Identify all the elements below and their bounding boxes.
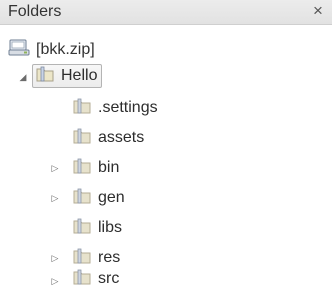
tree-node-label: gen (98, 189, 125, 206)
folder-icon (72, 157, 92, 180)
folder-icon (72, 127, 92, 150)
folder-icon (35, 65, 55, 88)
expand-arrow-icon[interactable]: ▷ (50, 163, 60, 173)
tree-node-hello[interactable]: Hello (32, 64, 103, 88)
folder-icon (72, 187, 92, 210)
tree-root-label: [bkk.zip] (36, 41, 95, 58)
tree-root-archive[interactable]: [bkk.zip] (8, 38, 95, 62)
tree-node-bin[interactable]: bin (72, 156, 119, 180)
folder-icon (72, 247, 92, 270)
folder-icon (72, 268, 92, 290)
folder-icon (72, 217, 92, 240)
tree-node-label: libs (98, 219, 123, 236)
tree-node-settings[interactable]: .settings (72, 96, 158, 120)
tree-node-res[interactable]: res (72, 246, 120, 270)
folder-tree: [bkk.zip] ◢ Hello .settings assets ▷ bin… (0, 0, 332, 290)
tree-node-src[interactable]: src (72, 268, 119, 290)
tree-node-label: res (98, 249, 121, 266)
tree-node-libs[interactable]: libs (72, 216, 122, 240)
archive-drive-icon (8, 39, 30, 62)
expand-arrow-icon[interactable]: ▷ (50, 193, 60, 203)
tree-node-gen[interactable]: gen (72, 186, 125, 210)
tree-node-label: Hello (61, 67, 98, 84)
folder-icon (72, 97, 92, 120)
tree-node-label: bin (98, 159, 120, 176)
collapse-arrow-icon[interactable]: ◢ (18, 72, 28, 82)
expand-arrow-icon[interactable]: ▷ (50, 276, 60, 286)
expand-arrow-icon[interactable]: ▷ (50, 253, 60, 263)
selected-node-highlight: Hello (32, 64, 103, 88)
folders-panel: Folders × [bkk.zip] ◢ Hello .settings as… (0, 0, 332, 290)
tree-node-label: src (98, 270, 120, 287)
tree-node-label: assets (98, 129, 145, 146)
tree-node-label: .settings (98, 99, 158, 116)
tree-node-assets[interactable]: assets (72, 126, 144, 150)
